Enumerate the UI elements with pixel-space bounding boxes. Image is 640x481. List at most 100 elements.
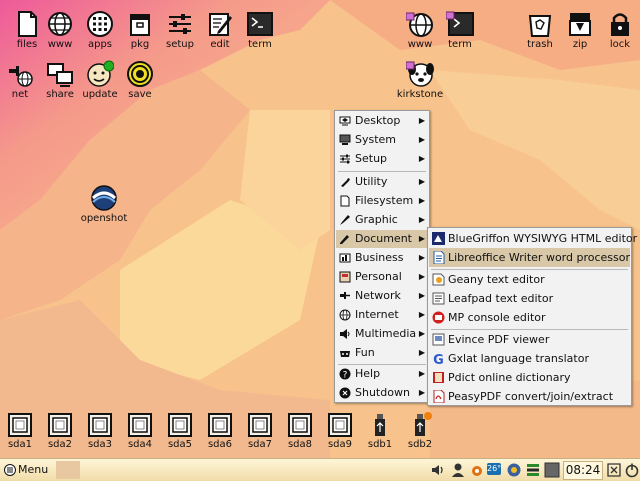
- menu-logo-icon: [4, 464, 16, 476]
- drive-status-icon[interactable]: [469, 462, 485, 478]
- desktop-icon-term[interactable]: term: [233, 4, 287, 54]
- leafpad-icon: [432, 292, 445, 305]
- hide-desktop-icon[interactable]: [606, 462, 622, 478]
- submenu-item-libreoffice-writer[interactable]: Libreoffice Writer word processor: [429, 248, 630, 267]
- personal-icon: [339, 271, 351, 283]
- shutdown-icon: [339, 387, 351, 399]
- menu-item-shutdown[interactable]: Shutdown ▶: [336, 384, 428, 402]
- stack-icon[interactable]: [525, 462, 541, 478]
- menu-item-label: Desktop: [355, 114, 401, 127]
- writer-icon: [433, 251, 445, 264]
- submenu-item-mp[interactable]: MP console editor: [429, 308, 630, 327]
- submenu-item-peasypdf[interactable]: PeasyPDF convert/join/extract: [429, 387, 630, 406]
- menu-item-personal[interactable]: Personal ▶: [336, 268, 428, 286]
- temperature-indicator[interactable]: 26°: [487, 463, 501, 475]
- menu-item-graphic[interactable]: Graphic ▶: [336, 211, 428, 229]
- menu-item-help[interactable]: ? Help ▶: [336, 365, 428, 383]
- menu-item-document[interactable]: Document ▶: [336, 230, 428, 248]
- workspace-icon[interactable]: [544, 462, 560, 478]
- icon-label: term: [448, 39, 472, 50]
- chevron-right-icon: ▶: [418, 154, 425, 163]
- globe-icon: [48, 12, 72, 36]
- submenu-item-gxlat[interactable]: G Gxlat language translator: [429, 349, 630, 368]
- drive-icon-sdb2[interactable]: sdb2: [393, 410, 447, 458]
- menu-item-multimedia[interactable]: Multimedia ▶: [336, 325, 428, 343]
- chevron-right-icon: ▶: [418, 253, 425, 262]
- mp-icon: [432, 311, 445, 324]
- geany-icon: [432, 273, 445, 286]
- volume-icon[interactable]: [430, 462, 446, 478]
- clock[interactable]: 08:24: [563, 461, 603, 480]
- menu-item-label: Business: [355, 251, 404, 264]
- menu-item-label: Internet: [355, 308, 399, 321]
- menu-item-label: Document: [355, 232, 412, 245]
- usb-drive-icon: [375, 414, 385, 436]
- menu-item-system[interactable]: System ▶: [336, 131, 428, 149]
- document-submenu: BlueGriffon WYSIWYG HTML editor Libreoff…: [427, 227, 637, 406]
- menu-item-label: Network: [355, 289, 401, 302]
- menu-item-network[interactable]: Network ▶: [336, 287, 428, 305]
- chevron-right-icon: ▶: [418, 329, 425, 338]
- hard-drive-icon: [88, 413, 112, 437]
- taskbar: Menu 26° 08:24: [0, 458, 640, 481]
- globe-lock-icon: [406, 12, 433, 37]
- chevron-right-icon: ▶: [418, 348, 425, 357]
- chevron-right-icon: ▶: [418, 135, 425, 144]
- menu-item-label: Shutdown: [355, 386, 410, 399]
- submenu-item-geany[interactable]: Geany text editor: [429, 270, 630, 289]
- chevron-right-icon: ▶: [418, 177, 425, 186]
- submenu-item-bluegriffon[interactable]: BlueGriffon WYSIWYG HTML editor: [429, 229, 637, 248]
- menu-item-setup[interactable]: Setup ▶: [336, 150, 428, 168]
- menu-item-fun[interactable]: Fun ▶: [336, 344, 428, 362]
- menu-button-label: Menu: [18, 463, 49, 476]
- task-slot[interactable]: [56, 461, 80, 479]
- user-icon[interactable]: [450, 462, 466, 478]
- svg-text:?: ?: [343, 371, 348, 381]
- desktop-icon-term-locked[interactable]: term: [433, 4, 487, 54]
- menu-item-desktop[interactable]: Desktop ▶: [336, 112, 428, 130]
- package-icon: [130, 14, 150, 36]
- internet-icon: [339, 309, 351, 321]
- system-icon: [339, 134, 351, 145]
- hard-drive-icon: [128, 413, 152, 437]
- chevron-right-icon: ▶: [418, 291, 425, 300]
- menu-item-filesystem[interactable]: Filesystem ▶: [336, 192, 428, 210]
- menu-item-business[interactable]: Business ▶: [336, 249, 428, 267]
- submenu-item-label: Leafpad text editor: [448, 292, 554, 305]
- menu-item-label: Personal: [355, 270, 402, 283]
- power-icon[interactable]: [624, 462, 640, 478]
- chevron-right-icon: ▶: [418, 310, 425, 319]
- pdict-icon: [433, 372, 444, 383]
- menu-item-utility[interactable]: Utility ▶: [336, 173, 428, 191]
- desktop: files www apps pkg setup edit term net s…: [0, 0, 640, 458]
- terminal-lock-icon: [446, 11, 474, 36]
- desktop-icon-kirkstone[interactable]: kirkstone: [393, 54, 447, 104]
- network-status-icon[interactable]: [506, 462, 522, 478]
- business-icon: [339, 253, 351, 263]
- submenu-item-label: BlueGriffon WYSIWYG HTML editor: [448, 232, 638, 245]
- update-icon: [87, 60, 114, 87]
- icon-label: kirkstone: [396, 89, 444, 100]
- hard-drive-icon: [208, 413, 232, 437]
- icon-label: save: [128, 89, 152, 100]
- icon-label: openshot: [80, 213, 128, 224]
- hard-drive-icon: [8, 413, 32, 437]
- desktop-icon-lock[interactable]: lock: [593, 4, 640, 54]
- menu-item-internet[interactable]: Internet ▶: [336, 306, 428, 324]
- icon-label: lock: [609, 39, 631, 50]
- submenu-item-evince[interactable]: Evince PDF viewer: [429, 330, 630, 349]
- menu-item-label: Setup: [355, 152, 388, 165]
- menu-separator: [338, 171, 426, 172]
- share-icon: [47, 63, 73, 87]
- submenu-item-leafpad[interactable]: Leafpad text editor: [429, 289, 630, 308]
- desktop-icon-openshot[interactable]: openshot: [77, 178, 131, 228]
- submenu-item-pdict[interactable]: Pdict online dictionary: [429, 368, 630, 387]
- chevron-right-icon: ▶: [418, 234, 425, 243]
- menu-button[interactable]: Menu: [2, 461, 52, 479]
- desktop-icon-save[interactable]: save: [113, 54, 167, 104]
- openshot-icon: [91, 185, 117, 211]
- save-target-icon: [127, 61, 153, 87]
- peasypdf-icon: [433, 390, 445, 403]
- zip-icon: [569, 13, 591, 36]
- chevron-right-icon: ▶: [418, 369, 425, 378]
